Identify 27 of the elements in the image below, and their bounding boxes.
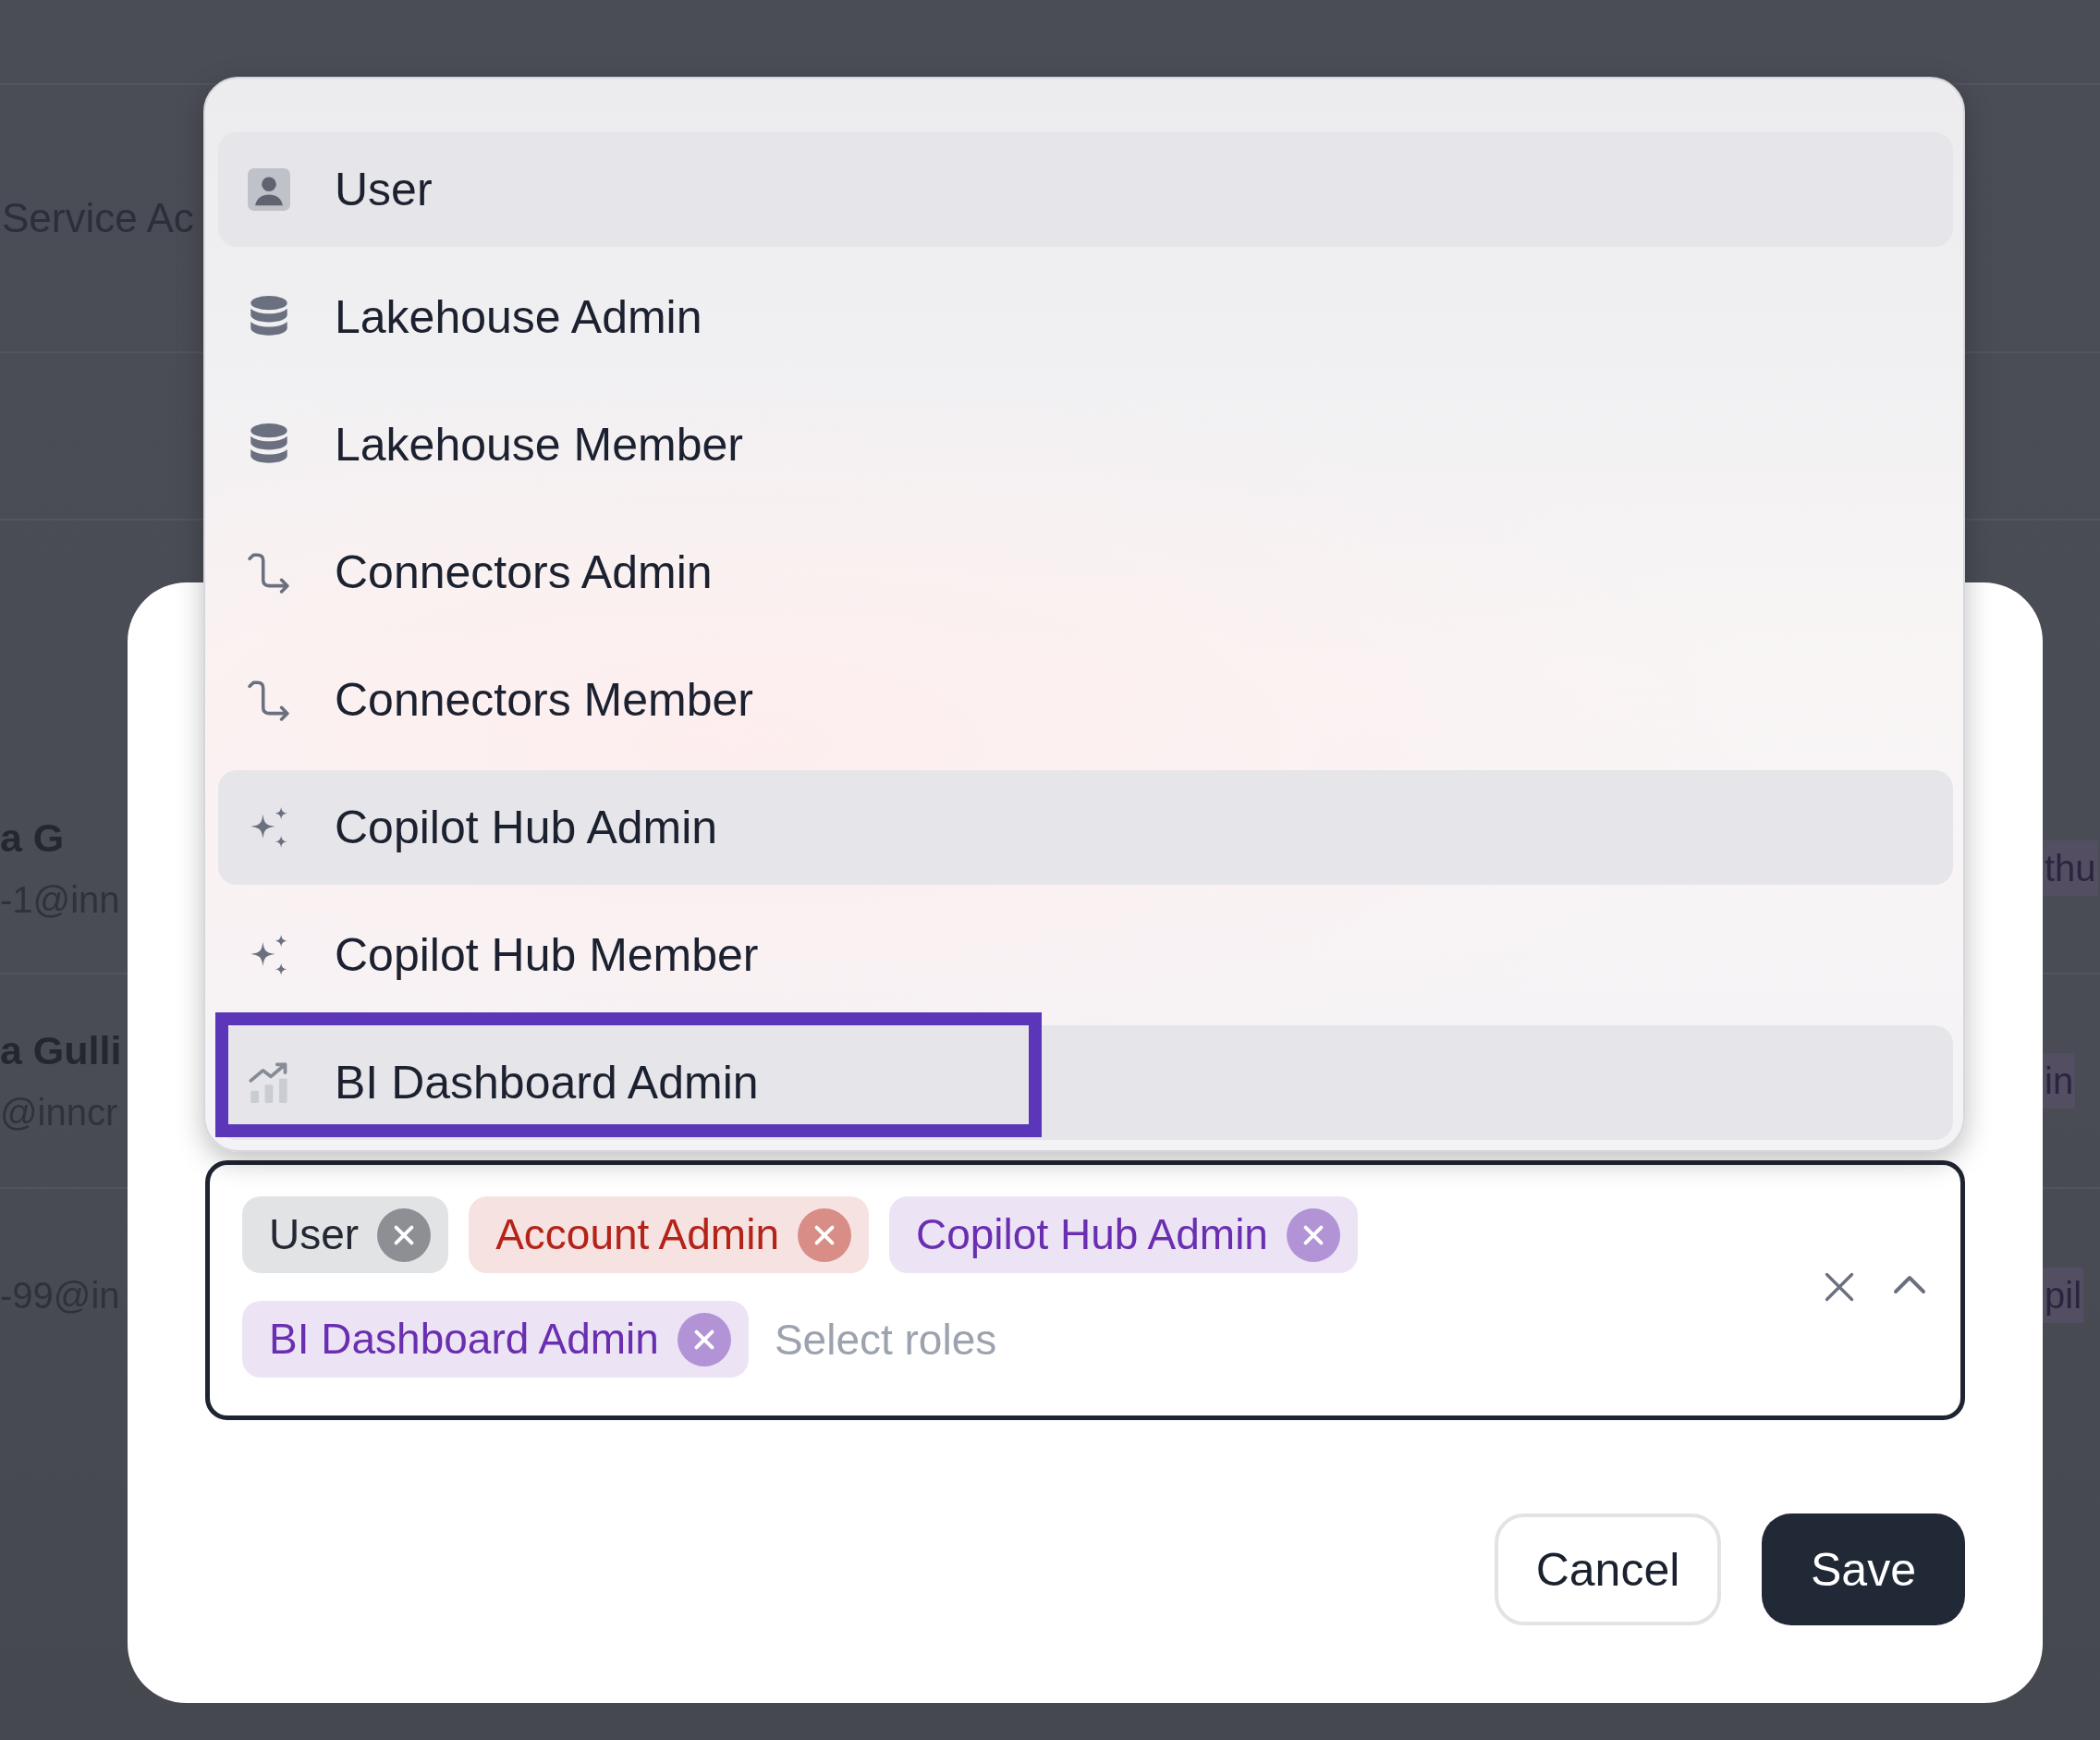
tag-label: User	[269, 1211, 360, 1258]
role-option[interactable]: Copilot Hub Admin	[218, 770, 1953, 885]
close-icon[interactable]	[1286, 1207, 1340, 1262]
clear-icon[interactable]	[1823, 1270, 1856, 1304]
role-search-input[interactable]: Select roles	[768, 1301, 1795, 1378]
roles-select-box[interactable]: User Account Admin Copilot Hub Admin BI Dashboard Admin Select roles	[205, 1160, 1965, 1420]
save-button[interactable]: Save	[1762, 1513, 1965, 1625]
close-icon[interactable]	[377, 1207, 432, 1262]
close-icon[interactable]	[677, 1312, 731, 1366]
role-option[interactable]: Connectors Member	[218, 643, 1953, 757]
database-icon	[248, 423, 290, 466]
chevron-up-icon[interactable]	[1893, 1274, 1926, 1294]
cancel-button[interactable]: Cancel	[1495, 1513, 1721, 1625]
database-icon	[248, 296, 290, 338]
role-option[interactable]: Copilot Hub Member	[218, 898, 1953, 1012]
role-option[interactable]: Lakehouse Admin	[218, 260, 1953, 374]
tag-label: Copilot Hub Admin	[915, 1211, 1268, 1258]
tag-label: Account Admin	[495, 1211, 779, 1258]
role-option[interactable]: User	[218, 132, 1953, 247]
connector-arrow-icon	[248, 679, 290, 721]
tag-label: BI Dashboard Admin	[269, 1316, 659, 1363]
connector-arrow-icon	[248, 551, 290, 594]
role-option[interactable]: Connectors Admin	[218, 515, 1953, 630]
chart-icon	[248, 1061, 290, 1104]
role-option[interactable]: Lakehouse Member	[218, 387, 1953, 502]
close-icon[interactable]	[797, 1207, 851, 1262]
user-icon	[248, 168, 290, 211]
